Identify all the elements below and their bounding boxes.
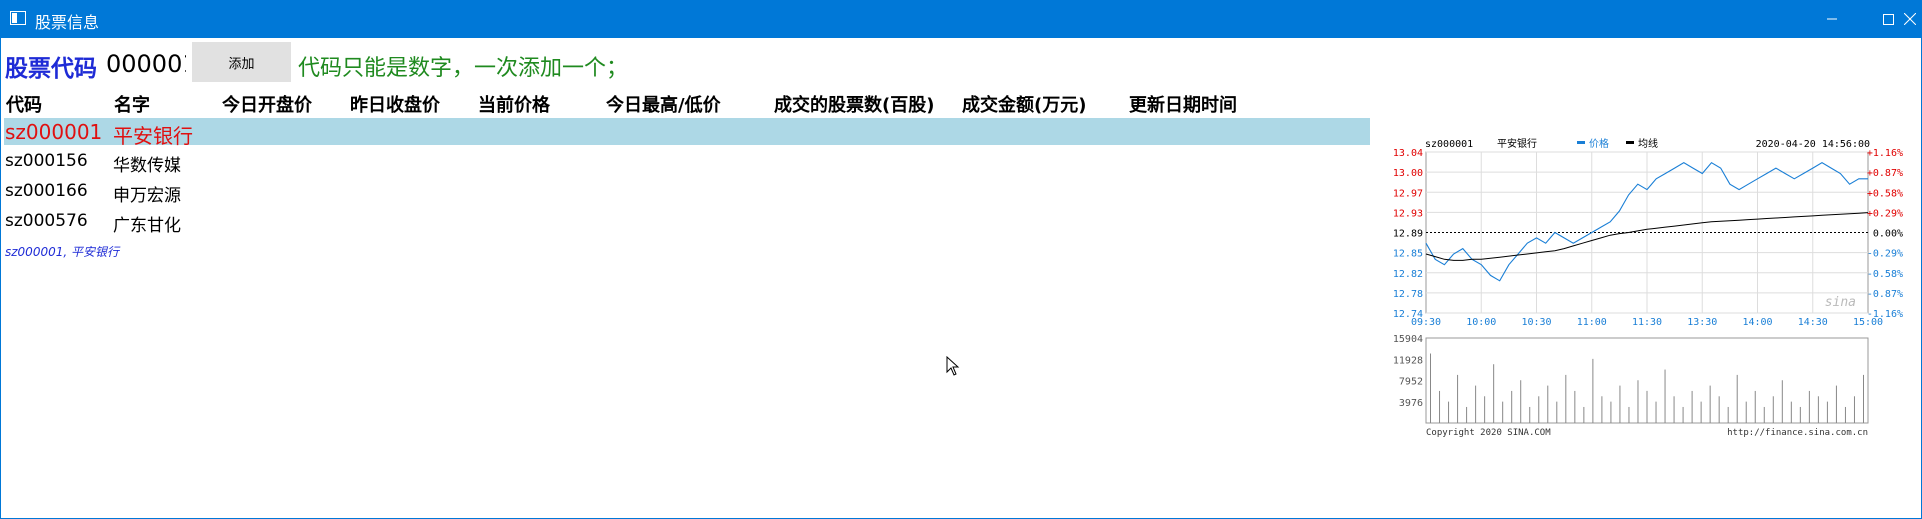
y-tick-label-right: -0.58% (1867, 269, 1903, 280)
volume-tick-label: 7952 (1399, 377, 1423, 388)
minimize-icon (1827, 18, 1837, 20)
table-row-name[interactable]: 广东甘化 (113, 211, 181, 236)
copyright-right: http://finance.sina.com.cn (1727, 428, 1868, 438)
window-title: 股票信息 (35, 13, 100, 32)
y-tick-label-left: 12.82 (1393, 269, 1423, 280)
col-header-volume: 成交的股票数(百股) (774, 95, 935, 116)
x-tick-label: 10:00 (1466, 317, 1496, 328)
x-tick-label: 15:00 (1853, 317, 1883, 328)
close-icon (1904, 13, 1916, 25)
x-tick-label: 13:30 (1687, 317, 1717, 328)
stock-code-label: 股票代码 (5, 56, 97, 82)
input-hint: 代码只能是数字，一次添加一个； (298, 56, 629, 81)
y-tick-label-right: -0.29% (1867, 249, 1903, 260)
y-tick-label-right: -0.87% (1867, 289, 1903, 300)
minimize-button[interactable] (1809, 0, 1855, 38)
table-row-code[interactable]: sz000156 (5, 151, 88, 171)
table-row-code[interactable]: sz000576 (5, 211, 88, 231)
close-button[interactable] (1887, 0, 1922, 38)
col-header-high-low: 今日最高/低价 (606, 95, 721, 116)
table-row-selected[interactable] (4, 118, 1370, 145)
y-tick-label-left: 12.93 (1393, 208, 1423, 219)
chart-datetime: 2020-04-20 14:56:00 (1756, 139, 1870, 150)
col-header-open: 今日开盘价 (222, 95, 312, 116)
copyright-left: Copyright 2020 SINA.COM (1426, 428, 1551, 438)
x-tick-label: 10:30 (1521, 317, 1551, 328)
col-header-updated: 更新日期时间 (1129, 95, 1237, 116)
table-row-name[interactable]: 平安银行 (113, 120, 193, 149)
col-header-amount: 成交金额(万元) (962, 95, 1087, 116)
y-tick-label-left: 12.78 (1393, 289, 1423, 300)
table-row-name[interactable]: 华数传媒 (113, 151, 181, 176)
volume-tick-label: 15904 (1393, 334, 1423, 345)
col-header-prev-close: 昨日收盘价 (350, 95, 440, 116)
col-header-name: 名字 (114, 95, 150, 116)
legend-avg-swatch (1626, 141, 1634, 144)
y-tick-label-right: +0.58% (1867, 188, 1903, 199)
mouse-cursor-icon (946, 356, 960, 376)
y-tick-label-left: 12.85 (1393, 249, 1423, 260)
volume-tick-label: 11928 (1393, 355, 1423, 366)
y-tick-label-left: 13.04 (1393, 148, 1423, 159)
chart-watermark: sina (1825, 295, 1856, 310)
chart-symbol: sz000001 (1425, 139, 1473, 150)
legend-price-swatch (1577, 141, 1585, 144)
col-header-code: 代码 (6, 95, 42, 116)
table-row-name[interactable]: 申万宏源 (113, 181, 181, 206)
x-tick-label: 14:30 (1798, 317, 1828, 328)
app-icon (10, 11, 26, 25)
table-row-code[interactable]: sz000166 (5, 181, 88, 201)
x-tick-label: 11:30 (1632, 317, 1662, 328)
chart-stock-name: 平安银行 (1497, 138, 1537, 150)
stock-code-input[interactable] (106, 47, 186, 81)
title-bar: 股票信息 (0, 0, 1922, 38)
y-tick-label-right: 0.00% (1873, 229, 1903, 240)
x-tick-label: 09:30 (1411, 317, 1441, 328)
y-tick-label-left: 12.89 (1393, 229, 1423, 240)
add-button[interactable]: 添加 (192, 42, 291, 82)
legend-avg-label: 均线 (1638, 138, 1658, 150)
y-tick-label-left: 12.97 (1393, 188, 1423, 199)
col-header-current: 当前价格 (478, 95, 550, 116)
x-tick-label: 11:00 (1577, 317, 1607, 328)
stock-chart: sz000001 平安银行 价格 均线 2020-04-20 14:56:00 13.04… (1386, 137, 1908, 438)
legend-price-label: 价格 (1589, 138, 1609, 150)
status-text: sz000001, 平安银行 (5, 245, 119, 259)
volume-tick-label: 3976 (1399, 398, 1423, 409)
y-tick-label-left: 13.00 (1393, 168, 1423, 179)
y-tick-label-right: +1.16% (1867, 148, 1903, 159)
x-tick-label: 14:00 (1742, 317, 1772, 328)
y-tick-label-right: +0.29% (1867, 208, 1903, 219)
y-tick-label-right: +0.87% (1867, 168, 1903, 179)
stock-chart-svg: sz000001 平安银行 价格 均线 2020-04-20 14:56:00 13.04… (1393, 137, 1903, 438)
table-row-code[interactable]: sz000001 (5, 120, 102, 144)
